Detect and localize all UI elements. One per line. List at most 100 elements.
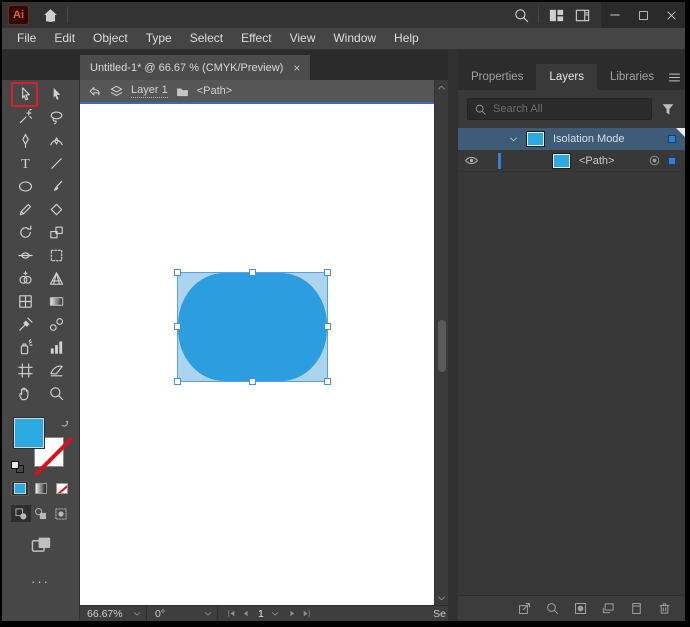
collect-for-export-icon[interactable] bbox=[513, 598, 535, 620]
layer-row-isolation-mode[interactable]: Isolation Mode bbox=[458, 128, 685, 150]
color-button[interactable] bbox=[10, 481, 29, 496]
shaper-tool[interactable] bbox=[10, 198, 41, 221]
selection-handle[interactable] bbox=[324, 269, 331, 276]
menu-object[interactable]: Object bbox=[84, 28, 137, 49]
expand-chevron-icon[interactable] bbox=[508, 134, 519, 145]
first-artboard-icon[interactable] bbox=[226, 608, 237, 619]
minimize-button[interactable] bbox=[601, 2, 629, 28]
free-transform-tool[interactable] bbox=[41, 244, 72, 267]
artboard-canvas[interactable] bbox=[80, 104, 434, 605]
menu-window[interactable]: Window bbox=[324, 28, 385, 49]
zoom-tool[interactable] bbox=[41, 382, 72, 405]
hand-tool[interactable] bbox=[10, 382, 41, 405]
selected-shape[interactable] bbox=[174, 269, 331, 385]
scroll-down-icon[interactable] bbox=[435, 591, 448, 605]
symbol-sprayer-tool[interactable] bbox=[10, 336, 41, 359]
close-button[interactable] bbox=[657, 2, 685, 28]
type-tool[interactable]: T bbox=[10, 152, 41, 175]
home-icon[interactable] bbox=[37, 3, 63, 27]
delete-selection-icon[interactable] bbox=[653, 598, 675, 620]
make-clipping-mask-icon[interactable] bbox=[569, 598, 591, 620]
menu-effect[interactable]: Effect bbox=[232, 28, 280, 49]
draw-inside-button[interactable] bbox=[51, 505, 71, 522]
zoom-level-select[interactable]: 66.67% bbox=[80, 606, 146, 621]
exit-isolation-back-icon[interactable] bbox=[87, 84, 102, 99]
selection-tool[interactable] bbox=[10, 82, 41, 107]
lasso-tool[interactable] bbox=[41, 106, 72, 129]
selection-handle[interactable] bbox=[324, 323, 331, 330]
layers-search-input[interactable] bbox=[493, 103, 645, 115]
selection-indicator[interactable] bbox=[668, 156, 676, 165]
pen-tool[interactable] bbox=[10, 129, 41, 152]
next-artboard-icon[interactable] bbox=[287, 608, 298, 619]
breadcrumb-path-label[interactable]: <Path> bbox=[197, 85, 232, 97]
slice-tool[interactable] bbox=[41, 359, 72, 382]
paintbrush-tool[interactable] bbox=[41, 175, 72, 198]
ellipse-tool[interactable] bbox=[10, 175, 41, 198]
scrollbar-thumb[interactable] bbox=[438, 320, 446, 372]
rotation-select[interactable]: 0° bbox=[147, 606, 217, 621]
gradient-tool[interactable] bbox=[41, 290, 72, 313]
menu-file[interactable]: File bbox=[8, 28, 45, 49]
menu-select[interactable]: Select bbox=[181, 28, 232, 49]
perspective-grid-tool[interactable] bbox=[41, 267, 72, 290]
magic-wand-tool[interactable] bbox=[10, 106, 41, 129]
menu-type[interactable]: Type bbox=[137, 28, 181, 49]
visibility-eye-icon[interactable] bbox=[458, 153, 484, 168]
layer-thumbnail[interactable] bbox=[526, 131, 545, 147]
panel-menu-icon[interactable] bbox=[667, 70, 682, 85]
workspace-switcher-icon[interactable] bbox=[569, 3, 595, 27]
illustrator-app-icon[interactable]: Ai bbox=[8, 5, 29, 25]
edit-toolbar-button[interactable]: ··· bbox=[31, 574, 50, 589]
draw-normal-button[interactable] bbox=[10, 505, 31, 522]
locate-object-icon[interactable] bbox=[541, 598, 563, 620]
menu-edit[interactable]: Edit bbox=[45, 28, 84, 49]
scroll-up-icon[interactable] bbox=[435, 80, 448, 94]
selection-handle[interactable] bbox=[174, 269, 181, 276]
none-button[interactable] bbox=[53, 481, 71, 496]
selection-handle[interactable] bbox=[248, 269, 256, 276]
width-tool[interactable] bbox=[10, 244, 41, 267]
default-fill-stroke-icon[interactable] bbox=[10, 461, 24, 473]
new-layer-icon[interactable] bbox=[625, 598, 647, 620]
column-graph-tool[interactable] bbox=[41, 336, 72, 359]
layer-row-path[interactable]: <Path> bbox=[458, 150, 685, 172]
line-segment-tool[interactable] bbox=[41, 152, 72, 175]
target-icon[interactable] bbox=[648, 154, 661, 167]
filter-icon[interactable] bbox=[660, 101, 676, 117]
vertical-scrollbar[interactable] bbox=[434, 80, 448, 605]
eraser-tool[interactable] bbox=[41, 198, 72, 221]
tab-properties[interactable]: Properties bbox=[458, 64, 536, 90]
rotation-chevron-icon[interactable] bbox=[203, 609, 213, 619]
gradient-button[interactable] bbox=[32, 481, 50, 496]
selection-handle[interactable] bbox=[174, 378, 181, 385]
artboard-number-select[interactable]: 1 bbox=[254, 608, 284, 620]
tab-layers[interactable]: Layers bbox=[536, 64, 597, 90]
curvature-tool[interactable] bbox=[41, 129, 72, 152]
arrange-documents-icon[interactable] bbox=[543, 3, 569, 27]
selection-indicator[interactable] bbox=[668, 135, 676, 143]
eyedropper-tool[interactable] bbox=[10, 313, 41, 336]
shape-builder-tool[interactable] bbox=[10, 267, 41, 290]
new-sublayer-icon[interactable] bbox=[597, 598, 619, 620]
mesh-tool[interactable] bbox=[10, 290, 41, 313]
draw-behind-button[interactable] bbox=[31, 505, 51, 522]
tab-libraries[interactable]: Libraries bbox=[597, 64, 667, 90]
zoom-chevron-icon[interactable] bbox=[132, 609, 142, 619]
document-tab[interactable]: Untitled-1* @ 66.67 % (CMYK/Preview) × bbox=[80, 55, 311, 80]
last-artboard-icon[interactable] bbox=[301, 608, 312, 619]
path-thumbnail[interactable] bbox=[552, 152, 571, 169]
document-tab-close-icon[interactable]: × bbox=[293, 62, 300, 74]
direct-selection-tool[interactable] bbox=[41, 83, 72, 106]
maximize-button[interactable] bbox=[629, 2, 657, 28]
artboard-chevron-icon[interactable] bbox=[270, 609, 280, 619]
breadcrumb-layer-label[interactable]: Layer 1 bbox=[131, 84, 168, 98]
scale-tool[interactable] bbox=[41, 221, 72, 244]
fill-swatch[interactable] bbox=[12, 417, 45, 449]
search-icon[interactable] bbox=[508, 3, 534, 27]
artboard-tool[interactable] bbox=[10, 359, 41, 382]
selection-handle[interactable] bbox=[248, 378, 256, 385]
menu-help[interactable]: Help bbox=[385, 28, 428, 49]
blend-tool[interactable] bbox=[41, 313, 72, 336]
swap-fill-stroke-icon[interactable] bbox=[59, 417, 71, 429]
